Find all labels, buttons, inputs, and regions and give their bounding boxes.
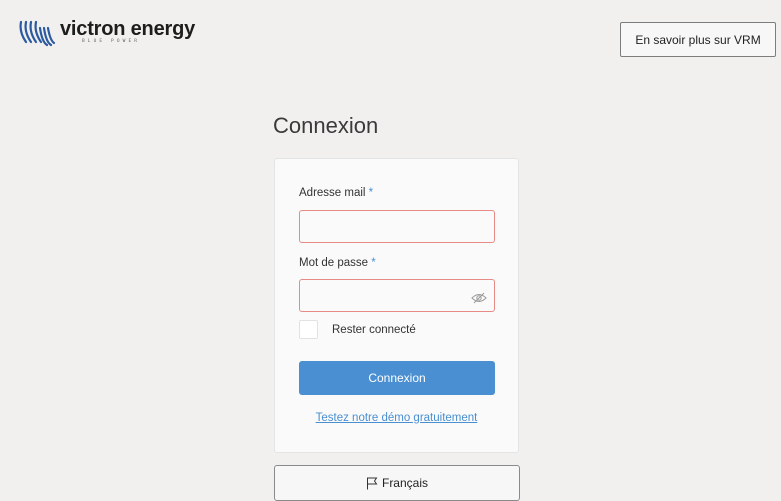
password-field[interactable] [299, 279, 495, 312]
free-demo-link[interactable]: Testez notre démo gratuitement [275, 412, 518, 424]
eye-slash-icon[interactable] [471, 292, 487, 304]
remember-me-label[interactable]: Rester connecté [332, 324, 416, 336]
victron-logo[interactable]: victron energy BLUE POWER [18, 18, 195, 48]
password-label-text: Mot de passe [299, 257, 369, 269]
login-button[interactable]: Connexion [299, 361, 495, 395]
victron-logo-icon [19, 20, 56, 47]
logo-name: victron energy [60, 18, 196, 40]
login-card: Adresse mail * Mot de passe * Rester con… [274, 158, 519, 453]
email-label-text: Adresse mail [299, 187, 366, 199]
learn-more-vrm-button[interactable]: En savoir plus sur VRM [620, 22, 776, 57]
logo-text: victron energy BLUE POWER [60, 18, 195, 44]
remember-me-checkbox[interactable] [299, 320, 318, 339]
password-label: Mot de passe * [299, 257, 376, 269]
flag-icon [366, 477, 378, 489]
email-label: Adresse mail * [299, 187, 373, 199]
page-title: Connexion [273, 113, 379, 138]
language-label: Français [381, 476, 428, 490]
required-marker: * [368, 187, 374, 199]
email-field[interactable] [299, 210, 495, 243]
required-marker: * [371, 257, 376, 269]
header: victron energy BLUE POWER En savoir plus… [0, 0, 781, 68]
language-button[interactable]: Français [274, 465, 520, 501]
